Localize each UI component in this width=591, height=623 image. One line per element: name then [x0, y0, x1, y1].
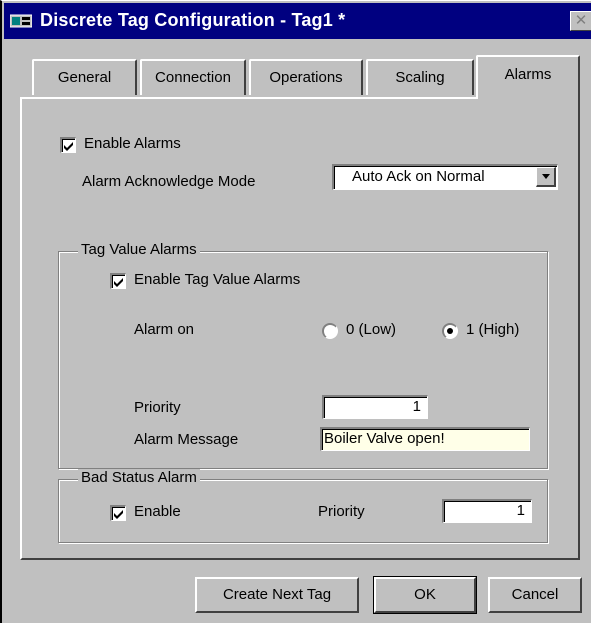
checkmark-icon [64, 142, 73, 151]
alarm-message-label: Alarm Message [134, 431, 239, 448]
alarm-on-high-label: 1 (High) [466, 321, 520, 338]
dialog-window: Discrete Tag Configuration - Tag1 * ✕ Ge… [0, 0, 591, 623]
tab-general[interactable]: General [32, 59, 137, 95]
bad-status-enable-checkbox[interactable] [110, 505, 126, 521]
create-next-tag-button[interactable]: Create Next Tag [195, 577, 359, 613]
priority-label: Priority [134, 399, 181, 416]
enable-alarms-checkbox[interactable] [60, 137, 76, 153]
tab-label: Scaling [395, 69, 445, 86]
tab-operations[interactable]: Operations [249, 59, 363, 95]
tab-connection[interactable]: Connection [140, 59, 246, 95]
alarm-on-low-label: 0 (Low) [346, 321, 397, 338]
alarm-on-low-radio[interactable] [322, 323, 338, 339]
window-title: Discrete Tag Configuration - Tag1 * [40, 10, 346, 30]
priority-value: 1 [412, 398, 421, 415]
title-bar[interactable]: Discrete Tag Configuration - Tag1 * ✕ [4, 3, 591, 39]
tag-config-icon [9, 13, 33, 29]
bad-status-priority-value: 1 [516, 502, 525, 519]
ok-label: OK [414, 586, 436, 603]
cancel-button[interactable]: Cancel [488, 577, 582, 613]
bad-status-enable-label: Enable [134, 503, 181, 520]
enable-alarms-label: Enable Alarms [84, 135, 181, 152]
create-next-tag-label: Create Next Tag [222, 586, 332, 603]
alarms-panel: Enable Alarms Alarm Acknowledge Mode Aut… [20, 97, 580, 560]
tab-label: Alarms [504, 66, 552, 83]
cancel-label: Cancel [511, 586, 559, 603]
tag-value-alarms-title: Tag Value Alarms [78, 241, 200, 258]
ack-mode-dropdown[interactable]: Auto Ack on Normal [332, 164, 558, 190]
tab-alarms[interactable]: Alarms [476, 55, 580, 99]
alarm-on-high-radio[interactable] [442, 323, 458, 339]
alarm-message-value: Boiler Valve open! [324, 430, 445, 447]
close-button[interactable]: ✕ [570, 11, 591, 31]
chevron-down-icon [542, 174, 550, 179]
alarm-on-label: Alarm on [134, 321, 195, 338]
enable-tag-value-alarms-label: Enable Tag Value Alarms [134, 271, 301, 288]
tab-scaling[interactable]: Scaling [366, 59, 474, 95]
close-icon: ✕ [574, 12, 588, 29]
bad-status-priority-label: Priority [318, 503, 365, 520]
dropdown-button[interactable] [536, 167, 556, 187]
tab-label: General [57, 69, 112, 86]
tab-label: Connection [155, 69, 231, 86]
alarm-message-field[interactable]: Boiler Valve open! [320, 427, 530, 451]
ok-button[interactable]: OK [373, 576, 477, 614]
radio-selected-dot [447, 328, 453, 334]
bad-status-alarm-title: Bad Status Alarm [78, 469, 200, 486]
priority-field[interactable]: 1 [322, 395, 428, 419]
bad-status-priority-field[interactable]: 1 [442, 499, 532, 523]
checkmark-icon [114, 278, 123, 287]
tab-label: Operations [269, 69, 343, 86]
enable-tag-value-alarms-checkbox[interactable] [110, 273, 126, 289]
ack-mode-value: Auto Ack on Normal [352, 168, 485, 185]
ack-mode-label: Alarm Acknowledge Mode [82, 173, 256, 190]
checkmark-icon [114, 510, 123, 519]
